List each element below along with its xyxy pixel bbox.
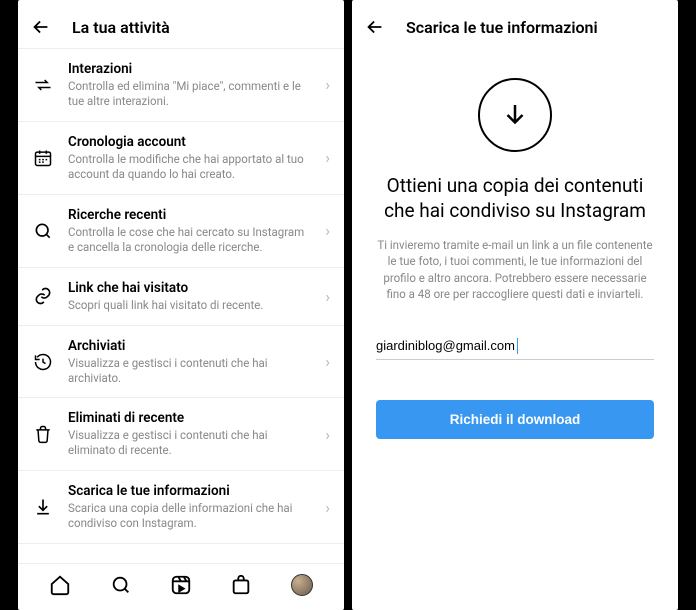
download-circle-icon — [478, 78, 552, 152]
chevron-right-icon: › — [325, 148, 330, 167]
row-subtitle: Scarica una copia delle informazioni che… — [68, 501, 311, 531]
row-title: Link che hai visitato — [68, 280, 311, 296]
search-icon — [32, 220, 54, 242]
chevron-right-icon: › — [325, 425, 330, 444]
archived-row[interactable]: Archiviati Visualizza e gestisci i conte… — [18, 326, 344, 399]
row-text: Cronologia account Controlla le modifich… — [68, 134, 311, 182]
row-title: Interazioni — [68, 61, 311, 77]
header: La tua attività — [18, 8, 344, 48]
status-bar — [18, 0, 344, 8]
row-title: Scarica le tue informazioni — [68, 483, 311, 499]
back-icon[interactable] — [30, 16, 52, 38]
row-title: Ricerche recenti — [68, 207, 311, 223]
bottom-nav — [18, 563, 344, 610]
chevron-right-icon: › — [325, 498, 330, 517]
row-text: Archiviati Visualizza e gestisci i conte… — [68, 338, 311, 386]
description-text: Ti invieremo tramite e-mail un link a un… — [376, 237, 654, 301]
row-title: Cronologia account — [68, 134, 311, 150]
calendar-icon — [32, 147, 54, 169]
row-text: Eliminati di recente Visualizza e gestis… — [68, 410, 311, 458]
status-bar — [352, 0, 678, 8]
header: Scarica le tue informazioni — [352, 8, 678, 48]
row-subtitle: Controlla le modifiche che hai apportato… — [68, 152, 311, 182]
reels-icon[interactable] — [170, 574, 192, 596]
activity-list: Interazioni Controlla ed elimina "Mi pia… — [18, 48, 344, 563]
download-info-screen: Scarica le tue informazioni Ottieni una … — [352, 0, 678, 610]
trash-icon — [32, 423, 54, 445]
page-title: Scarica le tue informazioni — [406, 18, 598, 37]
request-download-button[interactable]: Richiedi il download — [376, 400, 654, 439]
recent-searches-row[interactable]: Ricerche recenti Controlla le cose che h… — [18, 195, 344, 268]
row-title: Archiviati — [68, 338, 311, 354]
row-subtitle: Visualizza e gestisci i contenuti che ha… — [68, 428, 311, 458]
main-heading: Ottieni una copia dei contenuti che hai … — [376, 174, 654, 223]
page-title: La tua attività — [72, 18, 170, 37]
row-text: Link che hai visitato Scopri quali link … — [68, 280, 311, 313]
content-area: Ottieni una copia dei contenuti che hai … — [352, 48, 678, 610]
email-input[interactable] — [376, 332, 654, 360]
profile-avatar[interactable] — [291, 574, 313, 596]
download-icon — [32, 496, 54, 518]
account-history-row[interactable]: Cronologia account Controlla le modifich… — [18, 122, 344, 195]
row-subtitle: Scopri quali link hai visitato di recent… — [68, 298, 311, 313]
chevron-right-icon: › — [325, 221, 330, 240]
interactions-icon — [32, 74, 54, 96]
row-subtitle: Visualizza e gestisci i contenuti che ha… — [68, 356, 311, 386]
row-subtitle: Controlla ed elimina "Mi piace", comment… — [68, 79, 311, 109]
row-subtitle: Controlla le cose che hai cercato su Ins… — [68, 225, 311, 255]
chevron-right-icon: › — [325, 287, 330, 306]
chevron-right-icon: › — [325, 75, 330, 94]
row-text: Ricerche recenti Controlla le cose che h… — [68, 207, 311, 255]
link-icon — [32, 285, 54, 307]
text-cursor — [517, 338, 518, 354]
chevron-right-icon: › — [325, 352, 330, 371]
archive-icon — [32, 351, 54, 373]
links-visited-row[interactable]: Link che hai visitato Scopri quali link … — [18, 268, 344, 326]
back-icon[interactable] — [364, 16, 386, 38]
search-nav-icon[interactable] — [110, 574, 132, 596]
activity-screen: La tua attività Interazioni Controlla ed… — [18, 0, 344, 610]
download-data-row[interactable]: Scarica le tue informazioni Scarica una … — [18, 471, 344, 544]
row-text: Interazioni Controlla ed elimina "Mi pia… — [68, 61, 311, 109]
recently-deleted-row[interactable]: Eliminati di recente Visualizza e gestis… — [18, 398, 344, 471]
row-title: Eliminati di recente — [68, 410, 311, 426]
home-icon[interactable] — [49, 574, 71, 596]
row-text: Scarica le tue informazioni Scarica una … — [68, 483, 311, 531]
interactions-row[interactable]: Interazioni Controlla ed elimina "Mi pia… — [18, 49, 344, 122]
shop-icon[interactable] — [230, 574, 252, 596]
email-field-wrap — [376, 332, 654, 360]
